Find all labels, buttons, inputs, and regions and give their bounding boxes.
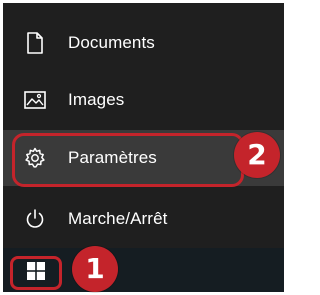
image-icon (23, 88, 47, 112)
taskbar (3, 248, 284, 292)
step-badge-1: 1 (72, 246, 118, 292)
gear-icon (23, 146, 47, 170)
windows-logo-icon (27, 261, 45, 285)
start-button[interactable] (10, 256, 62, 290)
menu-item-documents[interactable]: Documents (3, 15, 284, 71)
menu-item-power[interactable]: Marche/Arrêt (3, 191, 284, 247)
menu-item-label: Marche/Arrêt (68, 209, 168, 228)
step-badge-2: 2 (234, 132, 280, 178)
power-icon (23, 207, 47, 231)
document-icon (23, 31, 47, 55)
screenshot-frame: Documents Images Paramètres Marche/Arrêt… (0, 0, 287, 295)
menu-item-label: Paramètres (68, 148, 157, 167)
menu-item-label: Documents (68, 33, 155, 52)
menu-item-images[interactable]: Images (3, 72, 284, 128)
menu-item-label: Images (68, 90, 125, 109)
